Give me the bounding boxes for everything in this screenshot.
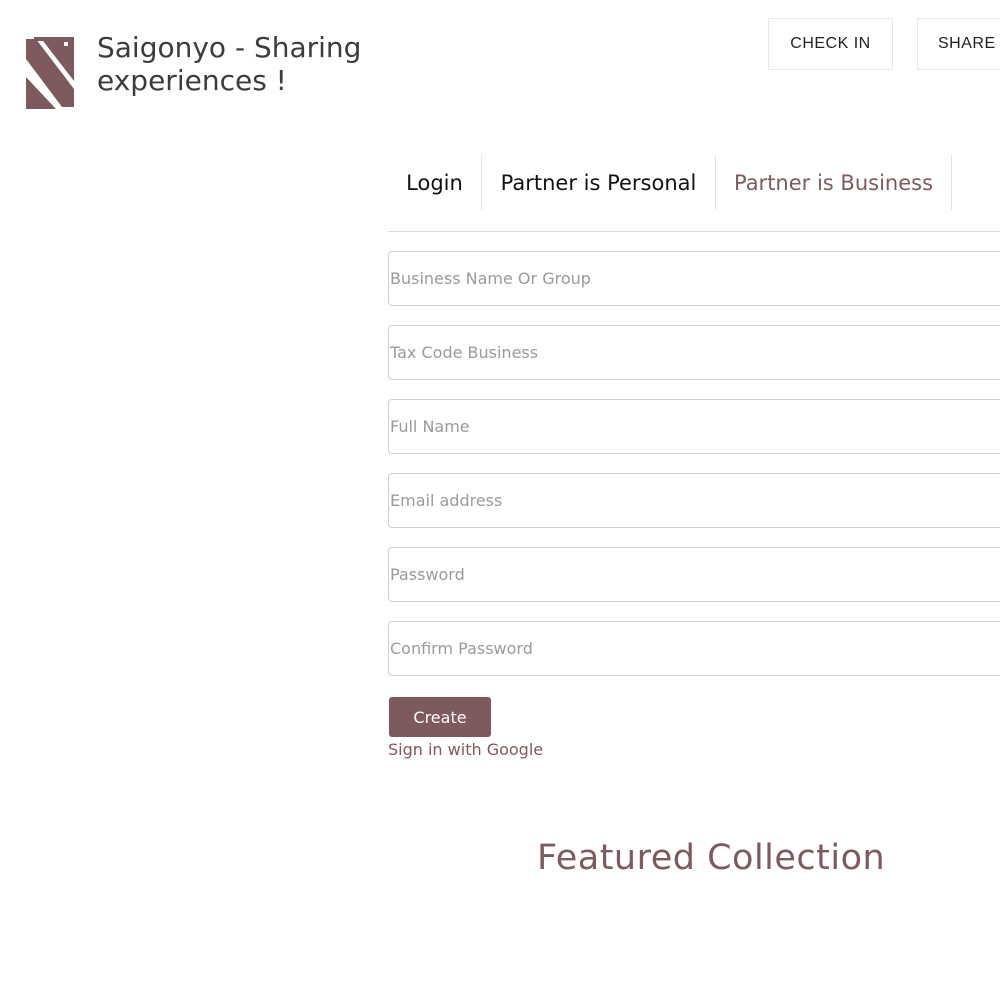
- google-signin-link[interactable]: Sign in with Google: [388, 740, 543, 759]
- share-button[interactable]: SHARE: [917, 18, 1000, 70]
- page: Saigonyo - Sharing experiences ! CHECK I…: [0, 0, 1000, 1000]
- tab-login[interactable]: Login: [388, 155, 482, 210]
- site-title: Saigonyo - Sharing experiences !: [97, 31, 362, 97]
- tab-partner-personal[interactable]: Partner is Personal: [482, 155, 716, 210]
- email-input[interactable]: [388, 473, 1000, 528]
- password-input[interactable]: [388, 547, 1000, 602]
- full-name-input[interactable]: [388, 399, 1000, 454]
- check-in-button[interactable]: CHECK IN: [768, 18, 893, 70]
- tax-code-input[interactable]: [388, 325, 1000, 380]
- create-button[interactable]: Create: [389, 697, 491, 737]
- confirm-password-input[interactable]: [388, 621, 1000, 676]
- saigonyo-logo-icon[interactable]: [26, 37, 74, 109]
- featured-collection-heading: Featured Collection: [537, 838, 886, 878]
- auth-tabs: Login Partner is Personal Partner is Bus…: [388, 155, 1000, 232]
- business-name-input[interactable]: [388, 251, 1000, 306]
- tab-partner-business[interactable]: Partner is Business: [716, 155, 952, 210]
